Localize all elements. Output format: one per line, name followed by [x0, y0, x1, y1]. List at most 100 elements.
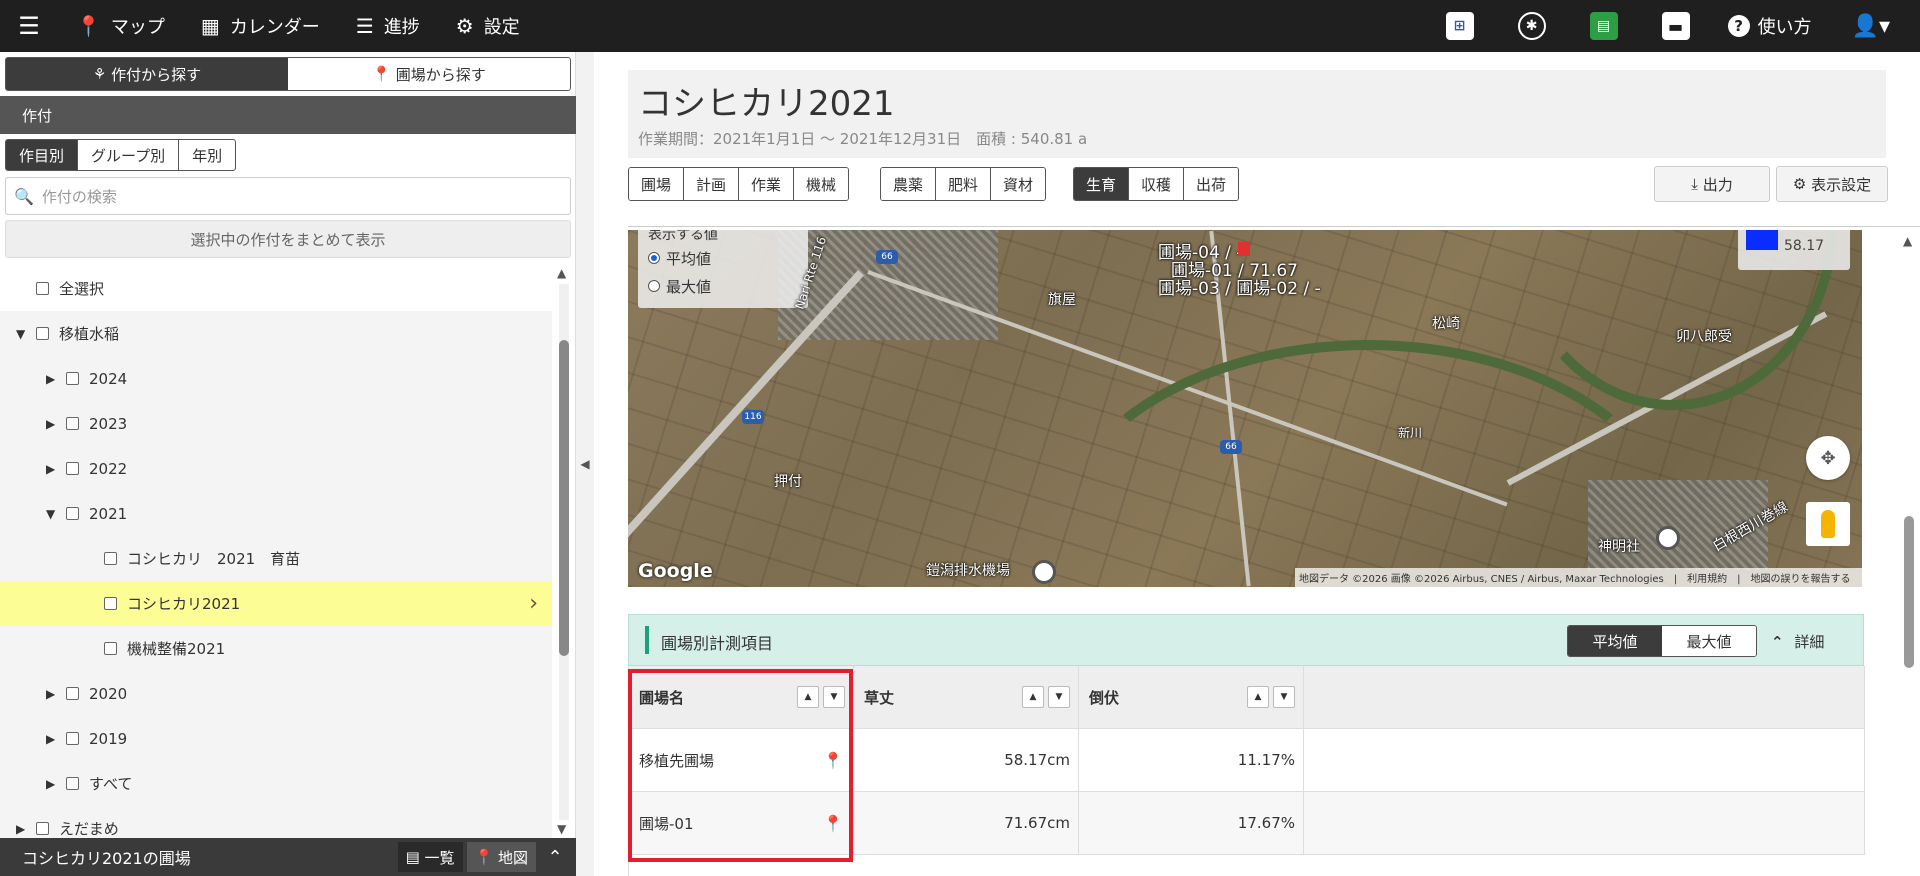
caret-down-icon[interactable]: ▼: [16, 327, 30, 341]
tab-fields[interactable]: 圃場: [629, 168, 685, 200]
chat-icon[interactable]: ▬: [1661, 12, 1690, 40]
mode-average-option[interactable]: 平均値: [648, 244, 798, 272]
tree-item[interactable]: ▶ 2023: [0, 401, 552, 446]
tree-item[interactable]: ▼ 2021: [0, 491, 552, 536]
search-by-field-button[interactable]: 📍 圃場から探す: [288, 58, 570, 90]
nav-calendar[interactable]: ▦ カレンダー: [183, 0, 338, 52]
nav-progress[interactable]: ☰ 進捗: [338, 0, 438, 52]
legend-value: 58.17: [1784, 238, 1825, 254]
location-marker-icon[interactable]: [1032, 560, 1056, 584]
location-marker-icon[interactable]: [1656, 526, 1680, 550]
scroll-thumb[interactable]: [1904, 516, 1914, 668]
tree-checkbox[interactable]: [104, 597, 117, 610]
nav-map[interactable]: 📍 マップ: [58, 0, 183, 52]
hamburger-menu-icon[interactable]: ☰: [0, 0, 58, 52]
tree-checkbox[interactable]: [66, 372, 79, 385]
tree-item[interactable]: コシヒカリ2021 ›: [0, 581, 552, 626]
tree-item[interactable]: ▶ すべて: [0, 761, 552, 806]
tab-by-group[interactable]: グループ別: [78, 140, 180, 170]
street-view-pegman-icon[interactable]: [1806, 502, 1850, 546]
spreadsheet-icon[interactable]: ▤: [1589, 12, 1618, 40]
app-launcher-icon[interactable]: ⊞: [1445, 12, 1474, 40]
sort-asc-icon[interactable]: ▲: [1247, 686, 1269, 708]
caret-right-icon[interactable]: ▶: [16, 822, 30, 836]
export-button[interactable]: ⤓ 出力: [1654, 166, 1770, 202]
map-view-button[interactable]: 📍 地図: [466, 842, 536, 872]
scroll-down-arrow-icon[interactable]: ▼: [557, 822, 566, 836]
help-link[interactable]: ? 使い方: [1727, 13, 1812, 39]
caret-right-icon[interactable]: ▶: [46, 732, 60, 746]
tree-checkbox[interactable]: [36, 822, 49, 835]
tree-item[interactable]: ▶ 2024: [0, 356, 552, 401]
tree-item[interactable]: ▼ 移植水稲: [0, 311, 552, 356]
caret-right-icon[interactable]: ▶: [46, 417, 60, 431]
sort-desc-icon[interactable]: ▼: [1048, 686, 1070, 708]
tab-growth[interactable]: 生育: [1074, 168, 1130, 200]
tab-by-year[interactable]: 年別: [179, 140, 235, 170]
tree-scrollbar[interactable]: ▲ ▼: [555, 266, 573, 838]
tree-item[interactable]: ▶ 2020: [0, 671, 552, 716]
tab-materials[interactable]: 資材: [991, 168, 1046, 200]
display-settings-button[interactable]: ⚙ 表示設定: [1776, 166, 1888, 202]
radio-max[interactable]: [648, 280, 660, 292]
tree-item[interactable]: 機械整備2021: [0, 626, 552, 671]
tab-harvest[interactable]: 収穫: [1129, 168, 1185, 200]
list-view-button[interactable]: ▤ 一覧: [397, 842, 463, 872]
tab-pesticide[interactable]: 農薬: [881, 168, 937, 200]
tree-checkbox[interactable]: [66, 507, 79, 520]
max-button[interactable]: 最大値: [1662, 626, 1756, 656]
main-scrollbar[interactable]: ▲: [1900, 230, 1918, 876]
calendar-icon: ▦: [200, 14, 220, 38]
chevron-right-icon[interactable]: ›: [529, 591, 538, 616]
map-attribution[interactable]: 地図データ ©2026 画像 ©2026 Airbus, CNES / Airb…: [1295, 568, 1862, 587]
caret-right-icon[interactable]: ▶: [46, 777, 60, 791]
tab-by-crop[interactable]: 作目別: [6, 140, 79, 170]
tree-checkbox[interactable]: [66, 417, 79, 430]
scroll-thumb[interactable]: [559, 340, 569, 656]
sort-desc-icon[interactable]: ▼: [1273, 686, 1295, 708]
search-by-crop-button[interactable]: ⚘ 作付から探す: [6, 58, 288, 90]
tree-checkbox[interactable]: [66, 687, 79, 700]
caret-right-icon[interactable]: ▶: [46, 462, 60, 476]
caret-right-icon[interactable]: ▶: [46, 687, 60, 701]
caret-down-icon[interactable]: ▼: [46, 507, 60, 521]
radio-average[interactable]: [648, 252, 660, 264]
tree-checkbox[interactable]: [36, 282, 49, 295]
tree-checkbox[interactable]: [66, 732, 79, 745]
tab-shipping[interactable]: 出荷: [1184, 168, 1239, 200]
scroll-up-arrow-icon[interactable]: ▲: [1903, 234, 1912, 248]
tab-machinery[interactable]: 機械: [794, 168, 849, 200]
satellite-map[interactable]: 表示する値 平均値 最大値 圃場-04 / - 圃場-01 / 71.67 圃場…: [628, 230, 1862, 587]
chevron-up-icon[interactable]: ⌃: [540, 847, 570, 868]
tree-checkbox[interactable]: [66, 777, 79, 790]
mode-max-option[interactable]: 最大値: [648, 272, 798, 300]
tree-item[interactable]: 全選択: [0, 266, 552, 311]
tree-checkbox[interactable]: [36, 327, 49, 340]
notification-icon[interactable]: ✱: [1517, 12, 1546, 40]
user-menu-icon[interactable]: 👤▾: [1852, 14, 1890, 39]
crop-search-input[interactable]: 🔍 作付の検索: [5, 177, 571, 215]
place-label: 旗屋: [1048, 292, 1076, 308]
tree-item[interactable]: コシヒカリ 2021 育苗: [0, 536, 552, 581]
scroll-up-arrow-icon[interactable]: ▲: [557, 266, 566, 280]
tree-item[interactable]: ▶ 2022: [0, 446, 552, 491]
tree-item[interactable]: ▶ えだまめ: [0, 806, 552, 838]
tree-checkbox[interactable]: [104, 642, 117, 655]
download-icon: ⤓: [1691, 175, 1703, 193]
tree-checkbox[interactable]: [66, 462, 79, 475]
caret-right-icon[interactable]: ▶: [46, 372, 60, 386]
nav-settings[interactable]: ⚙ 設定: [438, 0, 538, 52]
nav-map-label: マップ: [110, 17, 165, 38]
tree-checkbox[interactable]: [104, 552, 117, 565]
detail-toggle[interactable]: ⌃ 詳細: [1771, 631, 1824, 652]
detail-label: 詳細: [1794, 633, 1825, 651]
show-selected-crops-button[interactable]: 選択中の作付をまとめて表示: [5, 220, 571, 258]
tab-plan[interactable]: 計画: [684, 168, 740, 200]
tab-work[interactable]: 作業: [739, 168, 795, 200]
map-pan-control-icon[interactable]: ✥: [1806, 436, 1850, 480]
panel-collapse-handle[interactable]: ◀: [576, 52, 594, 876]
tree-item[interactable]: ▶ 2019: [0, 716, 552, 761]
tab-fertilizer[interactable]: 肥料: [936, 168, 992, 200]
sort-asc-icon[interactable]: ▲: [1022, 686, 1044, 708]
average-button[interactable]: 平均値: [1568, 626, 1662, 656]
